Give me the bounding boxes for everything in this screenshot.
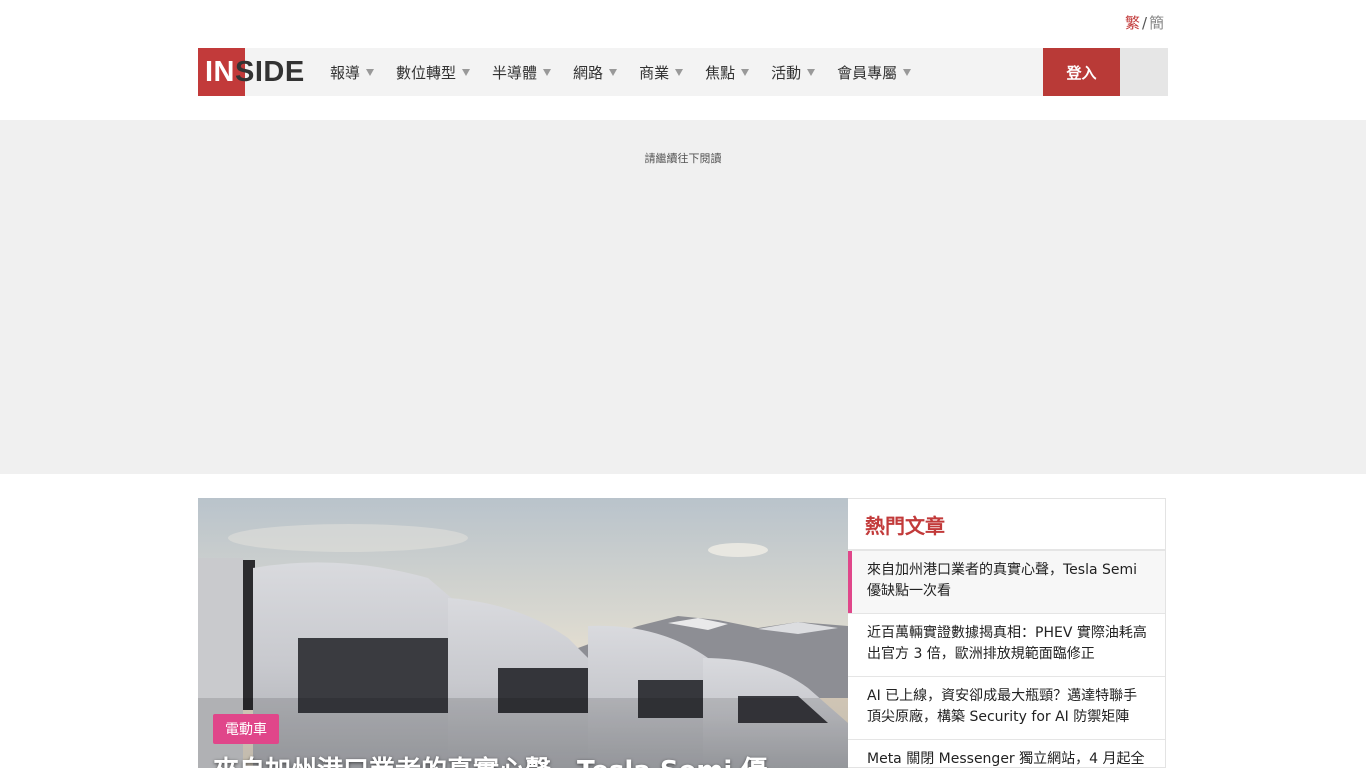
continue-reading-note: 請繼續往下閱讀: [644, 152, 722, 165]
nav-item-label: 網路: [573, 63, 604, 82]
traditional-chinese-link[interactable]: 繁: [1125, 14, 1140, 32]
nav-item-semiconductor[interactable]: 半導體: [492, 48, 552, 96]
caret-down-icon: [903, 69, 912, 76]
nav-item-business[interactable]: 商業: [639, 48, 684, 96]
caret-down-icon: [366, 69, 375, 76]
popular-article-item[interactable]: Meta 關閉 Messenger 獨立網站，4 月起全: [848, 740, 1165, 767]
inside-logo[interactable]: INSIDE: [198, 48, 309, 96]
popular-header: 熱門文章: [848, 499, 1165, 551]
category-tag[interactable]: 電動車: [213, 714, 279, 744]
popular-title: 熱門文章: [865, 513, 945, 538]
language-switch: 繁 / 簡: [1125, 12, 1164, 33]
nav-item-label: 活動: [771, 63, 802, 82]
nav-item-label: 會員專屬: [837, 63, 898, 82]
caret-down-icon: [807, 69, 816, 76]
nav-item-label: 焦點: [705, 63, 736, 82]
nav-item-focus[interactable]: 焦點: [705, 48, 750, 96]
logo-text-side: SIDE: [235, 56, 305, 88]
language-separator: /: [1142, 14, 1148, 32]
search-toggle[interactable]: [1120, 48, 1168, 96]
nav-item-label: 報導: [330, 63, 361, 82]
nav-item-internet[interactable]: 網路: [573, 48, 618, 96]
simplified-chinese-link[interactable]: 簡: [1149, 14, 1164, 32]
main-nav: 報導 數位轉型 半導體 網路 商業 焦點 活動 會員專屬: [330, 48, 933, 96]
caret-down-icon: [675, 69, 684, 76]
ad-banner: 請繼續往下閱讀: [0, 120, 1366, 474]
caret-down-icon: [609, 69, 618, 76]
nav-item-digital-transformation[interactable]: 數位轉型: [396, 48, 471, 96]
caret-down-icon: [543, 69, 552, 76]
hero-title[interactable]: 來自加州港口業者的真實心聲，Tesla Semi 優: [213, 750, 767, 768]
nav-item-reports[interactable]: 報導: [330, 48, 375, 96]
caret-down-icon: [462, 69, 471, 76]
popular-article-item[interactable]: 近百萬輛實證數據揭真相：PHEV 實際油耗高出官方 3 倍，歐洲排放規範面臨修正: [848, 614, 1165, 677]
nav-item-members[interactable]: 會員專屬: [837, 48, 912, 96]
nav-item-events[interactable]: 活動: [771, 48, 816, 96]
nav-item-label: 商業: [639, 63, 670, 82]
hero-image: [198, 498, 848, 768]
hero-article[interactable]: 電動車 來自加州港口業者的真實心聲，Tesla Semi 優: [198, 498, 848, 768]
logo-text-in: IN: [205, 56, 235, 88]
popular-article-item[interactable]: AI 已上線，資安卻成最大瓶頸？邁達特聯手頂尖原廠，構築 Security fo…: [848, 677, 1165, 740]
login-button[interactable]: 登入: [1043, 48, 1120, 96]
logo-text: INSIDE: [205, 54, 305, 90]
popular-articles: 熱門文章 來自加州港口業者的真實心聲，Tesla Semi 優缺點一次看 近百萬…: [848, 498, 1166, 768]
nav-item-label: 數位轉型: [396, 63, 457, 82]
popular-article-item[interactable]: 來自加州港口業者的真實心聲，Tesla Semi 優缺點一次看: [848, 551, 1165, 614]
site-header: INSIDE 報導 數位轉型 半導體 網路 商業 焦點 活動 會員專屬 登入: [198, 48, 1168, 96]
caret-down-icon: [741, 69, 750, 76]
nav-item-label: 半導體: [492, 63, 538, 82]
